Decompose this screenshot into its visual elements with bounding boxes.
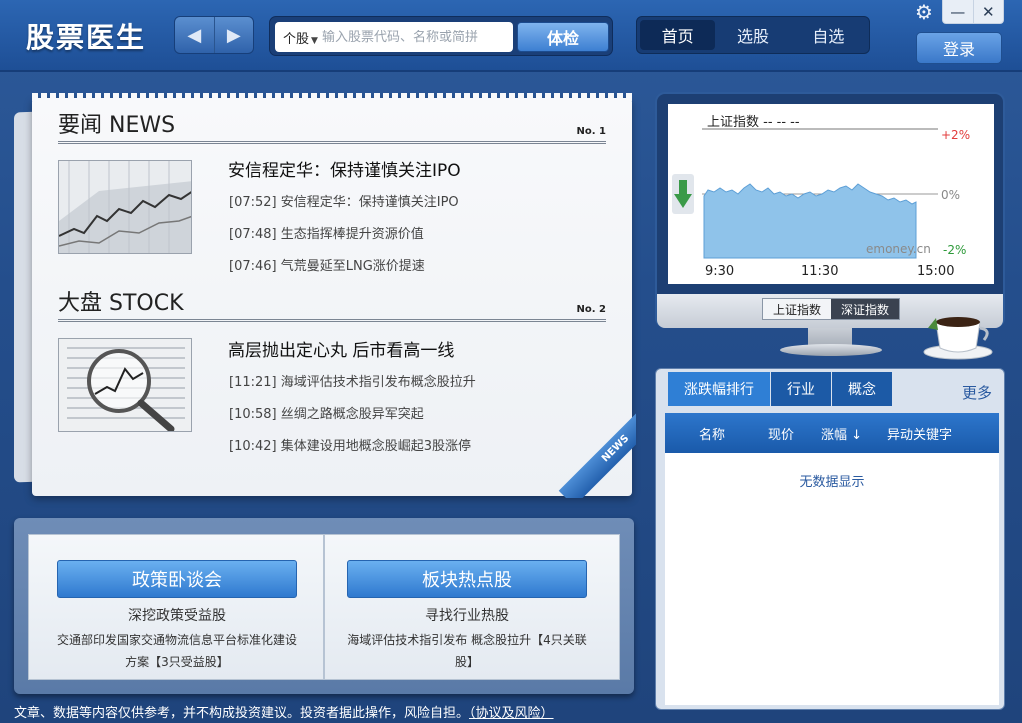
news-item[interactable]: [07:52] 安信程定华：保持谨慎关注IPO: [229, 191, 459, 210]
stock-headline[interactable]: 高层抛出定心丸 后市看高一线: [228, 336, 454, 361]
tab-shanghai-index[interactable]: 上证指数: [763, 299, 831, 319]
tab-industry[interactable]: 行业: [771, 372, 831, 406]
paper-top-edge: [32, 93, 632, 101]
news-section-header: 要闻 NEWS No. 1: [58, 113, 606, 144]
chevron-down-icon: ▼: [311, 35, 318, 46]
column-change[interactable]: 涨幅 ↓: [821, 424, 862, 443]
close-button[interactable]: ✕: [972, 0, 1004, 23]
main-tabs: 首页 选股 自选: [636, 16, 870, 54]
search-type-dropdown[interactable]: 个股 ▼: [275, 28, 322, 47]
time-label: 15:00: [917, 264, 955, 279]
stock-news-item[interactable]: [11:21] 海域评估技术指引发布概念股拉升: [229, 371, 476, 390]
more-link[interactable]: 更多: [962, 382, 992, 403]
news-headline[interactable]: 安信程定华：保持谨慎关注IPO: [228, 156, 461, 181]
index-title: 上证指数 -- -- --: [707, 115, 800, 130]
policy-subtitle: 深挖政策受益股: [128, 608, 226, 624]
app-logo: 股票医生: [26, 21, 147, 54]
tab-watchlist[interactable]: 自选: [791, 20, 866, 50]
stock-section-number: No. 2: [576, 304, 606, 315]
disclaimer-text: 文章、数据等内容仅供参考，并不构成投资建议。投资者据此操作，风险自担。: [14, 706, 470, 721]
empty-state-text: 无数据显示: [799, 475, 865, 490]
login-button[interactable]: 登录: [916, 32, 1002, 64]
tab-shenzhen-index[interactable]: 深证指数: [831, 299, 899, 319]
news-section-number: No. 1: [576, 126, 606, 137]
tab-select-stock[interactable]: 选股: [715, 20, 790, 50]
emoney-watermark: emoney.cn: [866, 242, 931, 256]
search-type-label: 个股: [283, 31, 310, 47]
policy-description-link[interactable]: 交通部印发国家交通物流信息平台标准化建设方案【3只受益股】: [57, 629, 297, 673]
column-price[interactable]: 现价: [768, 424, 794, 443]
news-item[interactable]: [07:48] 生态指挥棒提升资源价值: [229, 223, 424, 242]
ranking-tabs: 涨跌幅排行 行业 概念: [668, 372, 893, 406]
ranking-table-body: 无数据显示: [665, 453, 999, 705]
column-change-label: 涨幅: [821, 427, 848, 443]
coffee-cup-icon: [922, 308, 994, 360]
pct-up-label: +2%: [941, 128, 971, 142]
search-input[interactable]: [321, 29, 498, 45]
window-controls: — ✕: [942, 0, 1004, 24]
hot-sector-subtitle: 寻找行业热股: [425, 608, 509, 624]
minimize-button[interactable]: —: [943, 0, 973, 23]
policy-talk-button[interactable]: 政策卧谈会: [57, 560, 297, 598]
news-item[interactable]: [07:46] 气荒曼延至LNG涨价提速: [229, 255, 425, 274]
chart-paper-icon: [59, 161, 191, 253]
agreement-link[interactable]: （协议及风险）: [469, 706, 554, 721]
search-box: 个股▼ 体检: [269, 16, 613, 56]
time-label: 9:30: [705, 264, 735, 279]
gear-icon[interactable]: ⚙: [914, 2, 934, 22]
index-tabs: 上证指数 深证指数: [762, 298, 900, 320]
footer-disclaimer: 文章、数据等内容仅供参考，并不构成投资建议。投资者据此操作，风险自担。（协议及风…: [14, 702, 554, 721]
nav-arrows: ◀ ▶: [174, 16, 254, 54]
trend-down-arrow-icon: [672, 174, 694, 214]
news-thumbnail-chart[interactable]: [58, 160, 192, 254]
stock-thumbnail-magnifier[interactable]: [58, 338, 192, 432]
tab-concept[interactable]: 概念: [832, 372, 892, 406]
sort-down-arrow-icon: ↓: [851, 427, 863, 443]
news-section-title: 要闻 NEWS: [58, 113, 176, 138]
tab-price-change-rank[interactable]: 涨跌幅排行: [668, 372, 770, 406]
monitor-base: [780, 344, 882, 356]
stock-section-title: 大盘 STOCK: [58, 291, 184, 316]
hot-sector-description-link[interactable]: 海域评估技术指引发布 概念股拉升【4只关联股】: [347, 629, 587, 673]
column-name[interactable]: 名称: [699, 424, 725, 443]
stock-news-item[interactable]: [10:58] 丝绸之路概念股异军突起: [229, 403, 424, 422]
tab-home[interactable]: 首页: [640, 20, 716, 50]
forward-arrow-icon[interactable]: ▶: [213, 17, 254, 53]
stock-news-item[interactable]: [10:42] 集体建设用地概念股崛起3股涨停: [229, 435, 471, 454]
news-ribbon-label: NEWS: [558, 402, 636, 498]
pct-zero-label: 0%: [941, 188, 961, 202]
news-ribbon: NEWS: [536, 402, 636, 498]
check-button[interactable]: 体检: [517, 22, 609, 52]
pct-down-label: -2%: [943, 243, 967, 257]
back-arrow-icon[interactable]: ◀: [175, 17, 214, 53]
time-label: 11:30: [801, 264, 839, 279]
magnifier-chart-icon: [59, 339, 191, 431]
ranking-table-header: 名称 现价 涨幅 ↓ 异动关键字: [665, 413, 999, 453]
stock-section-header: 大盘 STOCK No. 2: [58, 291, 606, 322]
column-keyword[interactable]: 异动关键字: [887, 424, 952, 443]
search-field-wrapper: 个股 ▼: [275, 22, 513, 52]
hot-sector-button[interactable]: 板块热点股: [347, 560, 587, 598]
